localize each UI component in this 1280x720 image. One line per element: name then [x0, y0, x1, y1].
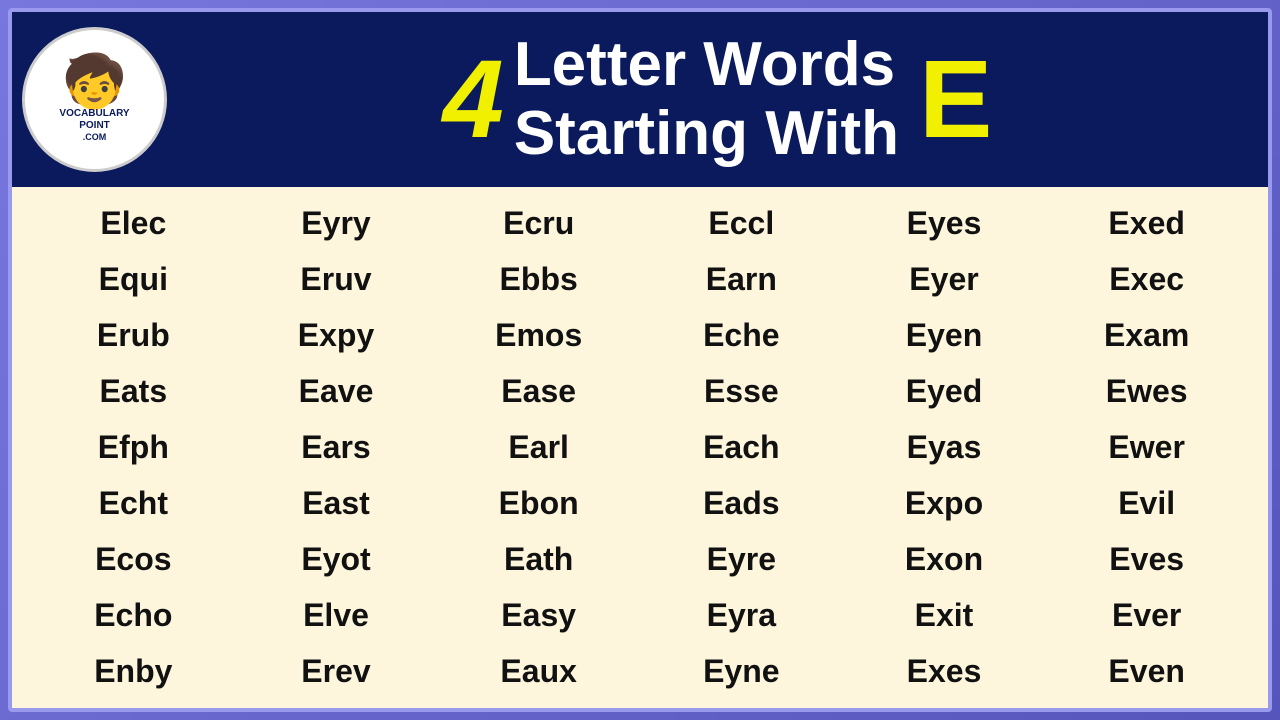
logo-com: .COM	[59, 132, 129, 143]
word-cell: Emos	[437, 307, 640, 363]
word-cell: Eyra	[640, 588, 843, 644]
word-cell: Eves	[1045, 532, 1248, 588]
word-cell: Eath	[437, 532, 640, 588]
inner-border: 🧒 VOCABULARY POINT .COM 4 Letter Words S…	[8, 8, 1272, 712]
word-cell: Ewes	[1045, 363, 1248, 419]
word-cell: Eccl	[640, 195, 843, 251]
word-cell: Ever	[1045, 588, 1248, 644]
word-cell: Ewer	[1045, 419, 1248, 475]
word-cell: Elec	[32, 195, 235, 251]
word-cell: Eyen	[843, 307, 1046, 363]
word-cell: Exes	[843, 644, 1046, 700]
word-cell: Echt	[32, 476, 235, 532]
word-cell: Esse	[640, 363, 843, 419]
word-cell: Easy	[437, 588, 640, 644]
word-cell: Eche	[640, 307, 843, 363]
word-cell: Ebon	[437, 476, 640, 532]
title-text: Letter Words Starting With	[514, 31, 899, 167]
word-cell: Eads	[640, 476, 843, 532]
word-cell: Erub	[32, 307, 235, 363]
word-cell: Enby	[32, 644, 235, 700]
word-cell: Eyed	[843, 363, 1046, 419]
word-cell: Exam	[1045, 307, 1248, 363]
word-cell: Eyot	[235, 532, 438, 588]
mascot-icon: 🧒	[62, 56, 127, 108]
word-cell: Exed	[1045, 195, 1248, 251]
logo-point: POINT	[59, 120, 129, 132]
word-cell: Eyas	[843, 419, 1046, 475]
logo-vocabulary: VOCABULARY	[59, 108, 129, 120]
word-cell: Eyne	[640, 644, 843, 700]
word-cell: Eyer	[843, 251, 1046, 307]
word-cell: Expy	[235, 307, 438, 363]
word-cell: Ecos	[32, 532, 235, 588]
word-cell: Ecru	[437, 195, 640, 251]
logo-text: VOCABULARY POINT .COM	[59, 108, 129, 143]
outer-border: 🧒 VOCABULARY POINT .COM 4 Letter Words S…	[0, 0, 1280, 720]
word-cell: East	[235, 476, 438, 532]
title-number: 4	[443, 45, 504, 155]
word-cell: Ebbs	[437, 251, 640, 307]
title-line1: Letter Words	[514, 31, 899, 99]
words-grid: ElecEyryEcruEcclEyesExed EquiEruvEbbsEarn…	[32, 195, 1248, 700]
word-cell: Eave	[235, 363, 438, 419]
header: 🧒 VOCABULARY POINT .COM 4 Letter Words S…	[12, 12, 1268, 187]
word-cell: Eyes	[843, 195, 1046, 251]
word-cell: Exit	[843, 588, 1046, 644]
word-cell: Exec	[1045, 251, 1248, 307]
word-cell: Earn	[640, 251, 843, 307]
word-cell: Expo	[843, 476, 1046, 532]
word-cell: Eaux	[437, 644, 640, 700]
word-cell: Evil	[1045, 476, 1248, 532]
word-cell: Each	[640, 419, 843, 475]
word-cell: Echo	[32, 588, 235, 644]
word-cell: Elve	[235, 588, 438, 644]
word-cell: Ease	[437, 363, 640, 419]
word-cell: Eyry	[235, 195, 438, 251]
header-title: 4 Letter Words Starting With E	[187, 31, 1248, 167]
word-cell: Eyre	[640, 532, 843, 588]
word-cell: Ears	[235, 419, 438, 475]
word-cell: Even	[1045, 644, 1248, 700]
word-cell: Exon	[843, 532, 1046, 588]
logo: 🧒 VOCABULARY POINT .COM	[22, 27, 167, 172]
word-cell: Equi	[32, 251, 235, 307]
word-cell: Efph	[32, 419, 235, 475]
word-cell: Eats	[32, 363, 235, 419]
title-line2: Starting With	[514, 100, 899, 168]
word-cell: Earl	[437, 419, 640, 475]
word-cell: Erev	[235, 644, 438, 700]
title-letter: E	[919, 45, 992, 155]
content-area: ElecEyryEcruEcclEyesExed EquiEruvEbbsEarn…	[12, 187, 1268, 708]
word-cell: Eruv	[235, 251, 438, 307]
